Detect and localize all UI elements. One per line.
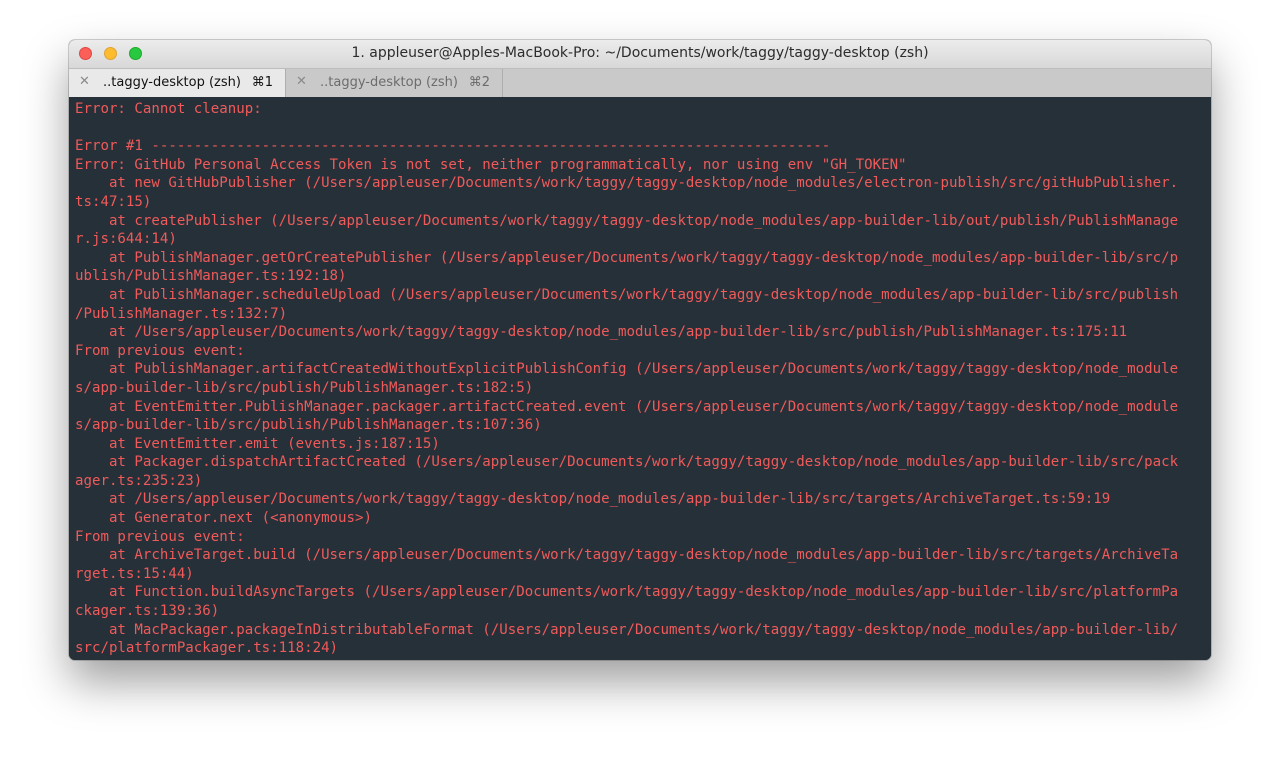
terminal-line: ckager.ts:139:36) — [75, 603, 220, 620]
terminal-line: /PublishManager.ts:132:7) — [75, 305, 288, 322]
terminal-line: s/app-builder-lib/src/publish/PublishMan… — [75, 379, 534, 396]
terminal-line: From previous event: — [75, 342, 245, 359]
terminal-line: r.js:644:14) — [75, 231, 177, 248]
terminal-line: at PublishManager.scheduleUpload (/Users… — [75, 286, 1179, 303]
window-title: 1. appleuser@Apples-MacBook-Pro: ~/Docum… — [351, 45, 929, 61]
title-bar[interactable]: 1. appleuser@Apples-MacBook-Pro: ~/Docum… — [69, 40, 1211, 69]
terminal-line: at EventEmitter.emit (events.js:187:15) — [75, 435, 440, 452]
terminal-line: at ArchiveTarget.build (/Users/appleuser… — [75, 547, 1179, 564]
terminal-line: Error: GitHub Personal Access Token is n… — [75, 156, 907, 173]
tab-session-1[interactable]: ✕ ..taggy-desktop (zsh) ⌘1 — [69, 69, 286, 97]
tab-session-2[interactable]: ✕ ..taggy-desktop (zsh) ⌘2 — [286, 69, 503, 97]
terminal-line: at Packager.dispatchArtifactCreated (/Us… — [75, 454, 1179, 471]
terminal-line: Error #1 -------------------------------… — [75, 138, 831, 155]
terminal-line: at MacPackager.packageInDistributableFor… — [75, 621, 1179, 638]
terminal-line: at Function.buildAsyncTargets (/Users/ap… — [75, 584, 1179, 601]
terminal-line: ts:47:15) — [75, 193, 152, 210]
terminal-line: at new GitHubPublisher (/Users/appleuser… — [75, 175, 1179, 192]
close-tab-icon[interactable]: ✕ — [296, 74, 307, 89]
terminal-line: ublish/PublishManager.ts:192:18) — [75, 268, 347, 285]
terminal-line: at EventEmitter.PublishManager.packager.… — [75, 398, 1179, 415]
tab-bar: ✕ ..taggy-desktop (zsh) ⌘1 ✕ ..taggy-des… — [69, 69, 1211, 98]
terminal-line: at /Users/appleuser/Documents/work/taggy… — [75, 491, 1111, 508]
tab-shortcut: ⌘1 — [251, 75, 273, 90]
terminal-line: ager.ts:235:23) — [75, 472, 203, 489]
terminal-line: rget.ts:15:44) — [75, 565, 194, 582]
terminal-line: at PublishManager.artifactCreatedWithout… — [75, 361, 1179, 378]
terminal-line: s/app-builder-lib/src/publish/PublishMan… — [75, 417, 542, 434]
tab-label: ..taggy-desktop (zsh) — [320, 75, 458, 90]
terminal-line: at Generator.next (<anonymous>) — [75, 510, 372, 527]
terminal-line: src/platformPackager.ts:118:24) — [75, 640, 339, 657]
terminal-output[interactable]: Error: Cannot cleanup: Error #1 ---------… — [69, 97, 1211, 660]
terminal-line: at createPublisher (/Users/appleuser/Doc… — [75, 212, 1179, 229]
terminal-line: at PublishManager.getOrCreatePublisher (… — [75, 249, 1179, 266]
terminal-line: Error: Cannot cleanup: — [75, 101, 262, 117]
close-tab-icon[interactable]: ✕ — [79, 74, 90, 89]
terminal-line: From previous event: — [75, 528, 245, 545]
tab-label: ..taggy-desktop (zsh) — [103, 75, 241, 90]
tab-shortcut: ⌘2 — [468, 75, 490, 90]
terminal-line: at /Users/appleuser/Documents/work/taggy… — [75, 324, 1128, 341]
terminal-window: 1. appleuser@Apples-MacBook-Pro: ~/Docum… — [69, 40, 1211, 660]
